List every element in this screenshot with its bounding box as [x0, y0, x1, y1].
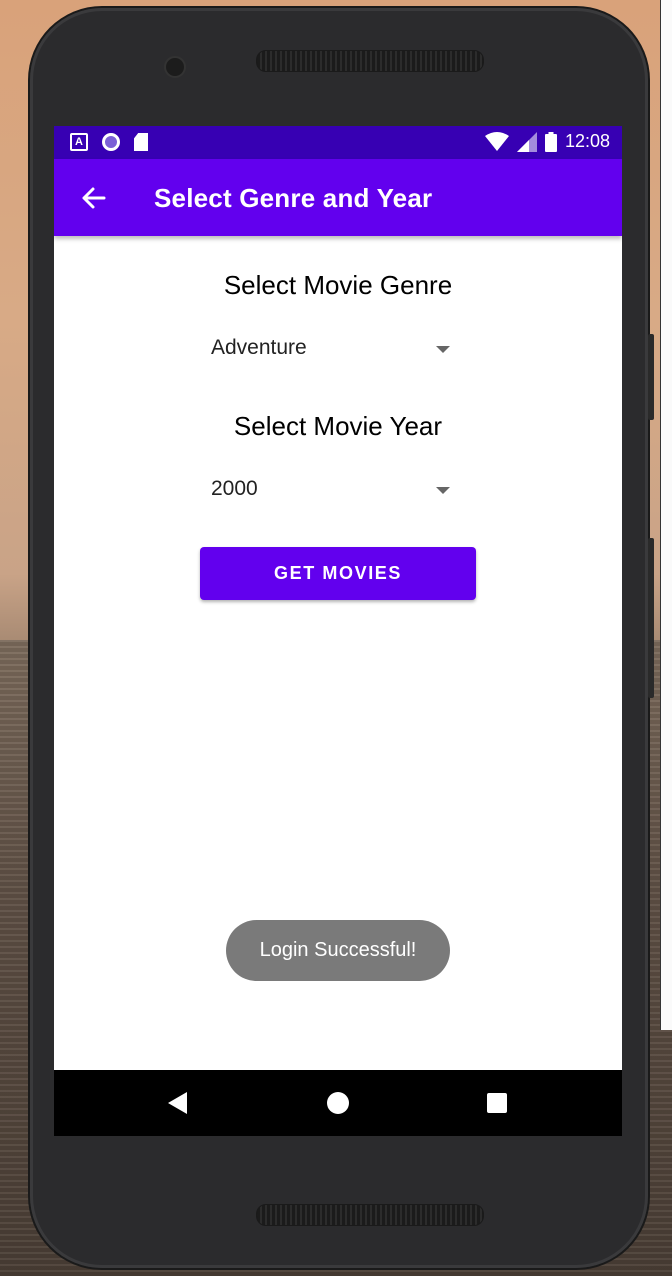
genre-selected-value: Adventure	[211, 336, 307, 359]
year-heading: Select Movie Year	[233, 411, 443, 441]
year-selected-value: 2000	[211, 477, 258, 500]
nav-back-icon[interactable]	[168, 1092, 187, 1114]
nav-home-icon[interactable]	[327, 1092, 349, 1114]
circle-notification-icon	[102, 133, 120, 151]
toast-message: Login Successful!	[226, 920, 450, 981]
battery-icon	[544, 131, 557, 152]
back-button[interactable]	[74, 179, 112, 217]
power-button	[648, 538, 654, 698]
get-movies-button[interactable]: GET MOVIES	[200, 547, 476, 600]
front-camera	[164, 56, 186, 78]
dropdown-arrow-icon	[436, 487, 450, 494]
sd-card-icon	[134, 133, 148, 151]
dropdown-arrow-icon	[436, 346, 450, 353]
year-spinner[interactable]: 2000	[200, 463, 460, 519]
background-window-edge	[660, 0, 672, 1030]
wifi-icon	[484, 131, 509, 151]
genre-spinner[interactable]: Adventure	[200, 322, 460, 378]
bottom-speaker	[256, 1204, 484, 1226]
signal-icon	[516, 131, 537, 152]
status-bar: A 12:08	[54, 126, 622, 159]
accessibility-a-icon: A	[70, 133, 88, 151]
status-time: 12:08	[564, 131, 610, 151]
nav-recents-icon[interactable]	[487, 1093, 507, 1113]
navigation-bar	[54, 1070, 622, 1136]
top-speaker	[256, 50, 484, 72]
page-title: Select Genre and Year	[154, 183, 433, 213]
device-screen: A 12:08 Select Genre and Year Select Mov…	[54, 126, 622, 1136]
volume-button	[648, 334, 654, 420]
arrow-back-icon	[82, 187, 106, 209]
app-bar: Select Genre and Year	[54, 159, 622, 236]
genre-heading: Select Movie Genre	[223, 270, 453, 300]
